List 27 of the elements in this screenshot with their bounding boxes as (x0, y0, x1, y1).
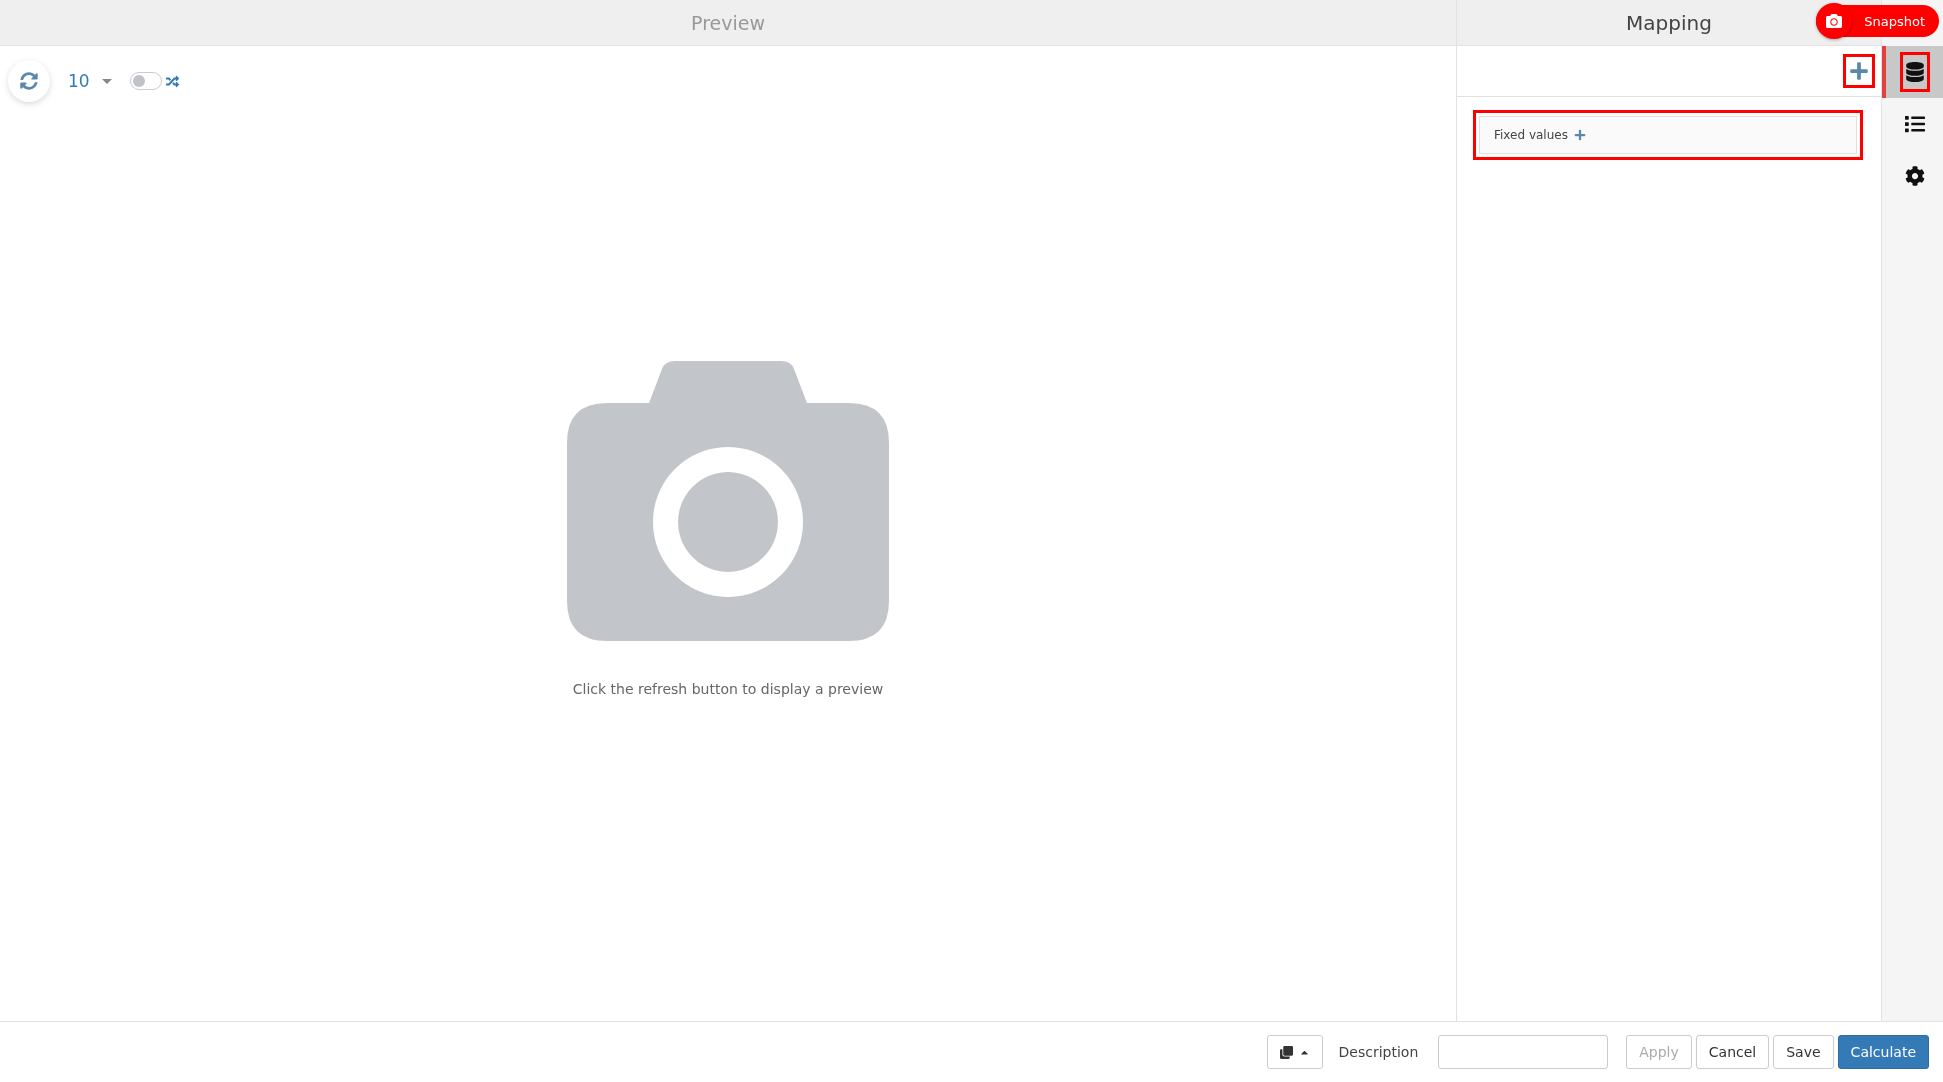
caret-icon (101, 78, 112, 84)
description-field[interactable] (1438, 1035, 1609, 1069)
settings-icon (1904, 166, 1925, 186)
refresh-icon (20, 72, 38, 90)
row-count-dropdown[interactable]: 10 (64, 71, 116, 91)
list-icon (1904, 114, 1925, 134)
refresh-button[interactable] (8, 60, 50, 102)
preview-message: Click the refresh button to display a preview (572, 680, 884, 697)
shuffle-toggle[interactable] (129, 72, 162, 90)
mapping-title: Mapping (1626, 10, 1712, 35)
copy-dropdown-button[interactable] (1266, 1035, 1323, 1069)
plus-icon (1573, 129, 1586, 141)
camera-icon (567, 360, 889, 641)
add-button[interactable] (1843, 54, 1875, 88)
primary-button[interactable]: Calculate (1837, 1035, 1929, 1069)
database-icon (1904, 62, 1925, 82)
shuffle-icon (165, 74, 179, 88)
footer-button[interactable]: Save (1773, 1035, 1834, 1069)
footer-button[interactable]: Cancel (1695, 1035, 1770, 1069)
copy-icon (1279, 1045, 1293, 1059)
sidebar-database-tab[interactable] (1882, 46, 1943, 98)
camera-icon (1826, 13, 1843, 29)
fixed-values-button[interactable]: Fixed values (1479, 116, 1857, 154)
plus-icon (1849, 61, 1869, 81)
snapshot-button[interactable]: Snapshot (1816, 5, 1939, 37)
description-label: Description (1338, 1044, 1419, 1060)
preview-title: Preview (0, 0, 1456, 46)
